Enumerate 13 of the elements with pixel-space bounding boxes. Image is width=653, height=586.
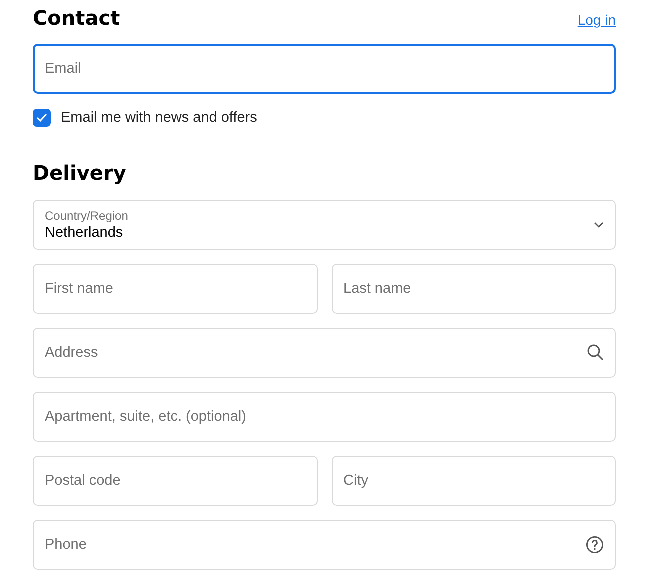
help-icon[interactable] bbox=[586, 536, 604, 554]
checkmark-icon bbox=[36, 113, 48, 123]
section-title: Contact bbox=[33, 6, 120, 30]
section-title: Delivery bbox=[33, 161, 126, 185]
country-select[interactable]: Country/Region Netherlands bbox=[33, 200, 616, 250]
chevron-down-icon bbox=[594, 222, 604, 228]
field-value: Netherlands bbox=[45, 225, 124, 241]
checkbox-label: Email me with news and offers bbox=[61, 110, 258, 126]
text-field[interactable]: Email bbox=[33, 44, 616, 94]
search-icon[interactable] bbox=[587, 344, 604, 361]
field-label: Country/Region bbox=[45, 209, 130, 223]
checkbox[interactable] bbox=[33, 109, 51, 127]
login-link[interactable]: Log in bbox=[578, 12, 616, 28]
